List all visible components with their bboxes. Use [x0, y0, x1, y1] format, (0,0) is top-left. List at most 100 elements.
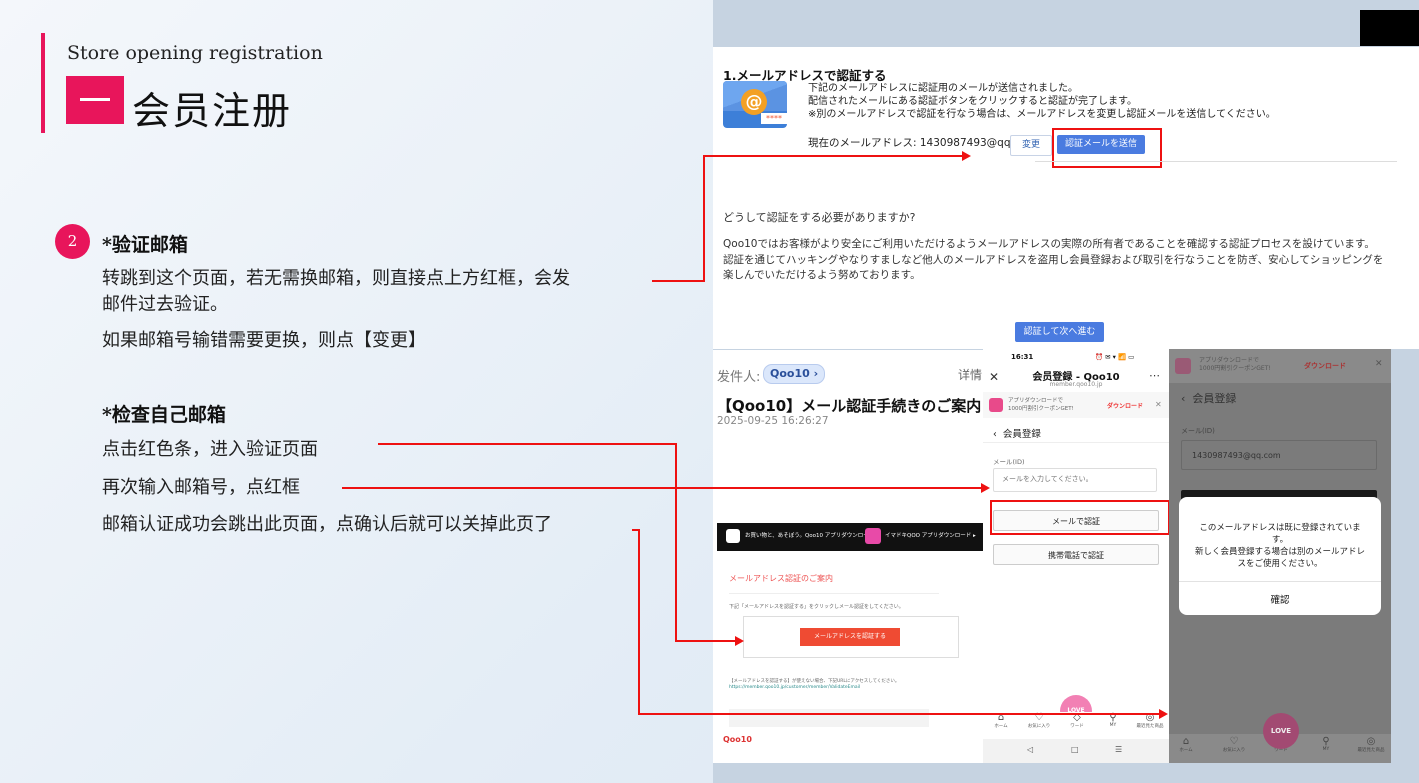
email-date: 2025-09-25 16:26:27: [717, 415, 829, 427]
section-heading-check-email: *检查自己邮箱: [102, 404, 226, 426]
person-icon: ⚲: [1322, 736, 1330, 747]
menu-icon[interactable]: ☰: [1115, 745, 1122, 754]
qoo10-app-icon: [989, 398, 1003, 412]
divider: [1179, 581, 1381, 582]
why-verify-body: Qoo10ではお客様がより安全にご利用いただけるようメールアドレスの実際の所有者…: [723, 238, 1384, 281]
back-header: ‹ 会員登録: [1181, 392, 1237, 405]
eye-icon: ◎: [1366, 736, 1376, 747]
home-square-icon[interactable]: □: [1071, 745, 1079, 754]
heart-icon: ♡: [1229, 736, 1239, 747]
status-icons: ⏰ ✉ ▾ 📶 ▭: [1095, 353, 1135, 361]
download-button: ダウンロード: [1304, 362, 1346, 370]
back-header[interactable]: ‹ 会員登録: [993, 426, 1041, 440]
instruction-line: 如果邮箱号输错需要更换，则点【变更】: [102, 330, 426, 351]
connector-line: [703, 155, 963, 157]
imadoki-app-icon: [865, 528, 881, 544]
email-envelope-icon: @ ****: [723, 81, 787, 128]
email-input: 1430987493@qq.com: [1181, 440, 1377, 470]
instruction-line: 再次输入邮箱号，点红框: [102, 477, 300, 498]
app-download-banner[interactable]: アプリダウンロードで 1000円割引クーポンGET! ダウンロード ✕: [983, 392, 1169, 418]
verify-email-button[interactable]: メールアドレスを認証する: [800, 628, 900, 646]
love-fab-button: LOVE: [1263, 713, 1299, 749]
highlight-box: [990, 500, 1170, 535]
status-time: 16:31: [1011, 353, 1034, 361]
download-button[interactable]: ダウンロード: [1107, 401, 1143, 410]
arrow-head-icon: [1159, 709, 1168, 719]
step-number-badge: 2: [55, 224, 90, 259]
email-app-bar: お買い物と、あそぼう。Qoo10 アプリダウンロード ▸ イマドキQOO アプリ…: [717, 523, 983, 551]
verification-page: 1.メールアドレスで認証する @ **** 下記のメールアドレスに認証用のメール…: [713, 47, 1419, 349]
verify-url-link[interactable]: https://member.qoo10.jp/customer/member/…: [729, 685, 860, 690]
status-bar: 16:31 ⏰ ✉ ▾ 📶 ▭: [983, 349, 1169, 365]
instruction-line: 转跳到这个页面，若无需换邮箱，则直接点上方红框，会发: [102, 268, 570, 289]
system-nav-bar: ◁ □ ☰: [983, 739, 1169, 763]
app-download-banner: アプリダウンロードで 1000円割引クーポンGET! ダウンロード ✕: [1169, 349, 1391, 383]
slide-subtitle: Store opening registration: [67, 42, 323, 64]
section-heading-verify-email: *验证邮箱: [102, 234, 188, 256]
email-label: メール(ID): [993, 458, 1025, 466]
connector-line: [652, 280, 704, 282]
divider: [729, 593, 939, 594]
connector-line: [703, 155, 705, 282]
accent-bar: [41, 33, 45, 133]
detail-link[interactable]: 详情: [958, 366, 982, 383]
bottom-nav: ⌂ホーム ♡お気に入り ◇ワード ⚲MY ◎最近見た商品: [983, 712, 1169, 738]
connector-line: [675, 640, 735, 642]
connector-line: [378, 443, 676, 445]
verify-instructions: 下記のメールアドレスに認証用のメールが送信されました。 配信されたメールにある認…: [808, 83, 1276, 120]
connector-line: [675, 443, 677, 641]
current-email-text: 現在のメールアドレス: 1430987493@qq.com: [808, 137, 1037, 149]
phone-verify-button[interactable]: 携帯電話で認証: [993, 544, 1159, 565]
change-email-button[interactable]: 変更: [1010, 135, 1052, 156]
why-verify-question: どうして認証をする必要がありますか?: [723, 211, 916, 224]
close-banner-icon[interactable]: ✕: [1155, 400, 1162, 409]
nav-home: ⌂ ホーム: [1169, 736, 1203, 753]
email-header: 发件人: Qoo10 › 详情 【Qoo10】メール認証手続きのご案内 2025…: [713, 350, 983, 528]
phone-already-registered-dialog: アプリダウンロードで 1000円割引クーポンGET! ダウンロード ✕ ‹ 会員登…: [1169, 349, 1391, 763]
verify-next-button[interactable]: 認証して次へ進む: [1015, 322, 1104, 342]
instruction-line: 邮件过去验证。: [102, 294, 228, 315]
sender-chip[interactable]: Qoo10 ›: [763, 364, 826, 384]
black-block: [1360, 10, 1419, 46]
qoo10-app-icon: [726, 529, 740, 543]
slide-title: 会员注册: [132, 89, 293, 133]
email-label: メール(ID): [1181, 427, 1215, 435]
app-bar-text: イマドキQOO アプリダウンロード ▸: [885, 533, 976, 539]
instruction-line: 点击红色条，进入验证页面: [102, 439, 318, 460]
banner-text: アプリダウンロードで 1000円割引クーポンGET!: [1199, 357, 1271, 372]
home-icon: ⌂: [1182, 736, 1190, 747]
title-block-icon: [66, 76, 124, 124]
back-icon[interactable]: ◁: [1027, 745, 1033, 754]
arrow-head-icon: [735, 636, 744, 646]
registered-dialog: このメールアドレスは既に登録されていま す。 新しく会員登録する場合は別のメール…: [1179, 497, 1381, 615]
close-banner-icon: ✕: [1375, 359, 1383, 369]
connector-line: [342, 487, 982, 489]
arrow-head-icon: [981, 483, 990, 493]
sender-label: 发件人:: [717, 370, 761, 385]
page-url: member.qoo10.jp: [1049, 381, 1103, 388]
arrow-head-icon: [962, 151, 971, 161]
instruction-line: 邮箱认证成功会跳出此页面，点确认后就可以关掉此页了: [102, 514, 552, 535]
confirm-button[interactable]: 確認: [1179, 592, 1381, 606]
nav-recent: ◎ 最近見た商品: [1354, 736, 1388, 753]
qoo10-logo: Qoo10: [723, 735, 752, 744]
divider: [1035, 161, 1397, 162]
email-subject: 【Qoo10】メール認証手続きのご案内: [717, 397, 982, 415]
email-button-box: メールアドレスを認証する: [743, 616, 959, 658]
banner-text: アプリダウンロードで 1000円割引クーポンGET!: [1008, 398, 1074, 412]
nav-favorites: ♡ お気に入り: [1217, 736, 1251, 753]
email-body: お買い物と、あそぼう。Qoo10 アプリダウンロード ▸ イマドキQOO アプリ…: [713, 523, 983, 763]
more-icon[interactable]: ⋯: [1149, 369, 1160, 382]
email-footer-box: [729, 709, 929, 727]
highlight-box: [1052, 128, 1162, 168]
email-input[interactable]: [993, 468, 1157, 492]
email-instruction: 下記「メールアドレスを認証する」をクリックしメール認証をしてください。: [729, 604, 904, 610]
email-heading: メールアドレス認証のご案内: [729, 574, 833, 583]
nav-my: ⚲ MY: [1309, 736, 1343, 752]
connector-line: [638, 713, 1160, 715]
phone-registration-screen: 16:31 ⏰ ✉ ▾ 📶 ▭ ✕ 会员登録 - Qoo10 member.qo…: [983, 349, 1169, 763]
link-instruction: 【メールアドレスを認証する】が使えない場合、下記URLにアクセスしてください。: [729, 679, 900, 684]
dialog-message: このメールアドレスは既に登録されていま す。 新しく会員登録する場合は別のメール…: [1194, 523, 1365, 569]
app-bar-text: お買い物と、あそぼう。Qoo10 アプリダウンロード ▸: [745, 533, 879, 539]
divider: [983, 442, 1169, 443]
